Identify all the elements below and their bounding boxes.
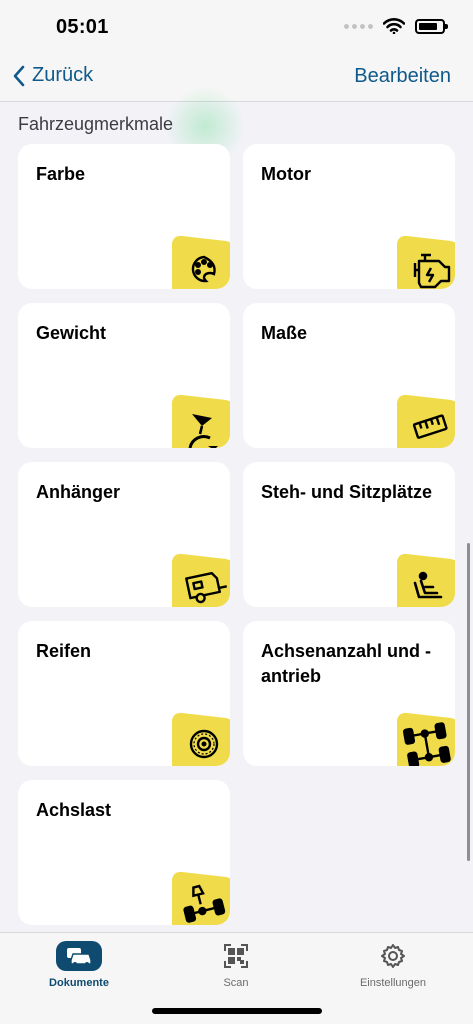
qr-scan-icon: [224, 944, 248, 968]
trailer-icon: [164, 551, 230, 607]
engine-icon: [389, 233, 455, 289]
battery-icon: [415, 18, 448, 34]
card-label: Maße: [261, 323, 308, 343]
card-label: Motor: [261, 164, 311, 184]
tab-label: Scan: [223, 977, 249, 989]
edit-button[interactable]: Bearbeiten: [354, 65, 451, 88]
card-label: Anhänger: [36, 482, 121, 502]
wifi-icon: [383, 18, 405, 34]
navigation-bar: Zurück Bearbeiten: [0, 56, 473, 166]
axle-load-icon: [164, 869, 230, 925]
card-label: Farbe: [36, 164, 86, 184]
card-achslast[interactable]: Achslast: [18, 780, 230, 925]
card-label: Steh- und Sitzplätze: [261, 482, 432, 502]
tire-icon: [164, 710, 230, 766]
back-button[interactable]: Zurück: [12, 64, 93, 87]
card-steh-sitzplaetze[interactable]: Steh- und Sitzplätze: [243, 462, 455, 607]
card-gewicht[interactable]: Gewicht: [18, 303, 230, 448]
ruler-icon: [389, 392, 455, 448]
card-reifen[interactable]: Reifen: [18, 621, 230, 766]
chevron-left-icon: [13, 65, 25, 86]
axle-drive-icon: [389, 710, 455, 766]
card-label: Gewicht: [36, 323, 107, 343]
status-icons: [344, 18, 448, 34]
section-title: Fahrzeugmerkmale: [18, 114, 174, 134]
tab-einstellungen[interactable]: Einstellungen: [333, 939, 453, 989]
weight-icon: [164, 392, 230, 448]
card-farbe[interactable]: Farbe: [18, 144, 230, 289]
card-achsenanzahl-antrieb[interactable]: Achsenanzahl und -antrieb: [243, 621, 455, 766]
gear-icon: [381, 944, 405, 968]
card-label: Reifen: [36, 641, 92, 661]
card-masse[interactable]: Maße: [243, 303, 455, 448]
seat-icon: [389, 551, 455, 607]
status-time: 05:01: [56, 16, 109, 38]
feature-grid: Farbe Motor Gewicht Maße Anhänger Steh- …: [18, 144, 455, 925]
card-anhaenger[interactable]: Anhänger: [18, 462, 230, 607]
cellular-signal-icon: [344, 23, 373, 29]
card-label: Achslast: [36, 800, 112, 820]
home-indicator[interactable]: [152, 1008, 322, 1014]
status-bar: 05:01: [0, 0, 473, 56]
card-label: Achsenanzahl und -antrieb: [261, 641, 432, 686]
card-motor[interactable]: Motor: [243, 144, 455, 289]
palette-icon: [164, 233, 230, 289]
back-label: Zurück: [32, 64, 94, 86]
scroll-indicator[interactable]: [467, 543, 470, 861]
tab-label: Einstellungen: [359, 977, 427, 989]
tab-scan[interactable]: Scan: [176, 939, 296, 989]
tab-label: Dokumente: [49, 977, 109, 989]
car-documents-icon: [56, 941, 102, 971]
tab-dokumente[interactable]: Dokumente: [19, 939, 139, 989]
